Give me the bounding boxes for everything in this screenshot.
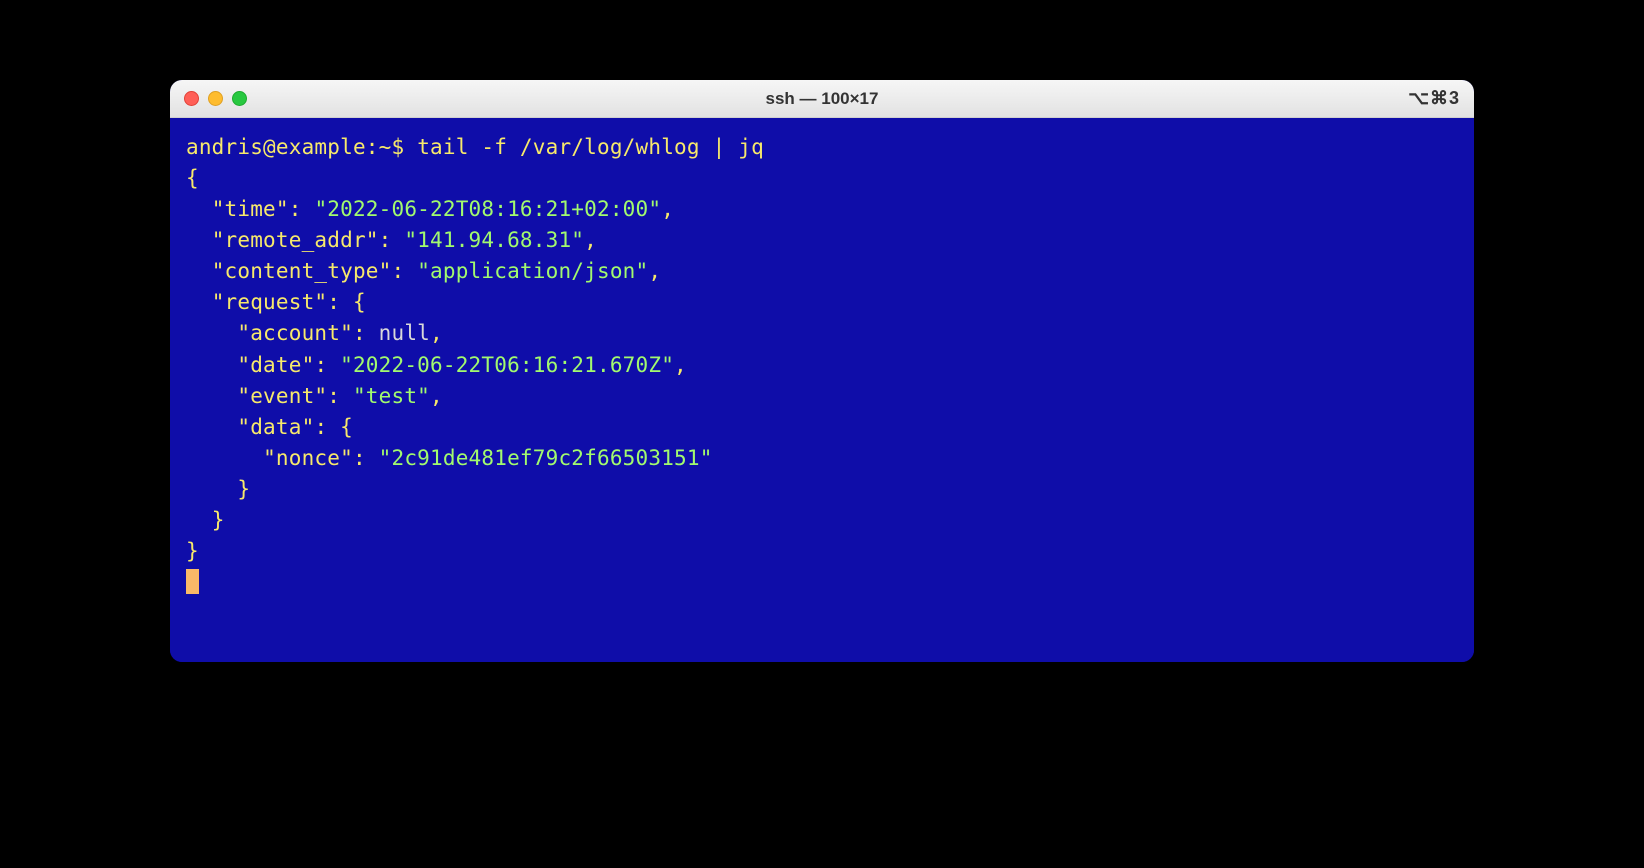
- json-brace-close: }: [212, 508, 225, 532]
- json-val-time: "2022-06-22T08:16:21+02:00": [314, 197, 661, 221]
- close-icon[interactable]: [184, 91, 199, 106]
- maximize-icon[interactable]: [232, 91, 247, 106]
- terminal-body[interactable]: andris@example:~$ tail -f /var/log/whlog…: [170, 118, 1474, 662]
- shell-prompt: andris@example:~$ tail -f /var/log/whlog…: [186, 135, 764, 159]
- json-key-remote-addr: "remote_addr": [212, 228, 379, 252]
- terminal-output: andris@example:~$ tail -f /var/log/whlog…: [186, 132, 1458, 598]
- json-brace-open: {: [186, 166, 199, 190]
- json-val-remote-addr: "141.94.68.31": [404, 228, 584, 252]
- window-title: ssh — 100×17: [766, 89, 879, 109]
- terminal-window: ssh — 100×17 ⌥⌘3 andris@example:~$ tail …: [170, 80, 1474, 662]
- minimize-icon[interactable]: [208, 91, 223, 106]
- json-brace-open: {: [353, 290, 366, 314]
- json-key-date: "date": [237, 353, 314, 377]
- json-key-request: "request": [212, 290, 328, 314]
- json-key-event: "event": [237, 384, 327, 408]
- json-key-nonce: "nonce": [263, 446, 353, 470]
- json-val-account: null: [379, 321, 430, 345]
- json-brace-open: {: [340, 415, 353, 439]
- prompt-command: tail -f /var/log/whlog | jq: [417, 135, 764, 159]
- json-key-time: "time": [212, 197, 289, 221]
- json-val-content-type: "application/json": [417, 259, 648, 283]
- window-shortcut-label: ⌥⌘3: [1408, 88, 1460, 109]
- json-val-nonce: "2c91de481ef79c2f66503151": [379, 446, 713, 470]
- cursor-icon: [186, 569, 199, 594]
- json-val-date: "2022-06-22T06:16:21.670Z": [340, 353, 674, 377]
- json-key-content-type: "content_type": [212, 259, 392, 283]
- json-brace-close: }: [237, 477, 250, 501]
- prompt-user-host: andris@example:~$: [186, 135, 404, 159]
- traffic-lights: [184, 91, 247, 106]
- window-titlebar[interactable]: ssh — 100×17 ⌥⌘3: [170, 80, 1474, 118]
- json-key-account: "account": [237, 321, 353, 345]
- json-key-data: "data": [237, 415, 314, 439]
- json-val-event: "test": [353, 384, 430, 408]
- json-brace-close: }: [186, 539, 199, 563]
